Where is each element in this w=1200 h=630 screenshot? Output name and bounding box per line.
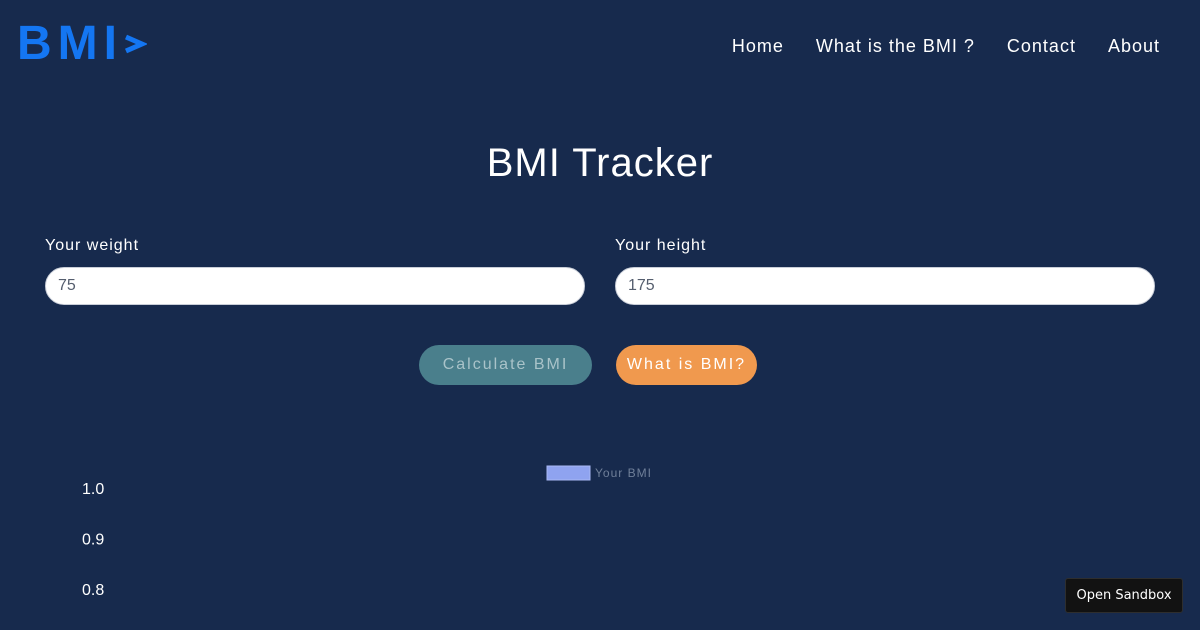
page-title: BMI Tracker — [486, 141, 714, 185]
main-nav: Home What is the BMI ? Contact About — [700, 34, 1160, 58]
legend-label: Your BMI — [595, 466, 652, 480]
height-label: Your height — [615, 237, 707, 254]
bmi-chart-svg: Your BMI 1.0 0.9 0.8 — [82, 465, 652, 599]
height-input[interactable] — [615, 267, 1155, 305]
bmi-chart: Your BMI 1.0 0.9 0.8 — [0, 450, 1200, 630]
y-tick-label: 0.9 — [82, 532, 104, 549]
open-sandbox-button[interactable]: Open Sandbox — [1065, 578, 1183, 613]
weight-label: Your weight — [45, 237, 140, 254]
nav-about[interactable]: About — [1108, 34, 1160, 58]
nav-what-is-bmi[interactable]: What is the BMI ? — [816, 34, 975, 58]
logo[interactable]: BMI — [17, 18, 147, 70]
page: BMI Home What is the BMI ? Contact About… — [0, 0, 1200, 630]
weight-input[interactable] — [45, 267, 585, 305]
what-is-bmi-button[interactable]: What is BMI? — [616, 345, 757, 385]
legend-swatch[interactable] — [546, 465, 591, 481]
calculate-bmi-button[interactable]: Calculate BMI — [419, 345, 592, 385]
nav-contact[interactable]: Contact — [1007, 34, 1076, 58]
y-tick-label: 1.0 — [82, 481, 104, 498]
height-field: Your height — [615, 236, 1155, 305]
nav-home[interactable]: Home — [732, 34, 784, 58]
chevron-right-icon — [124, 34, 147, 54]
weight-field: Your weight — [45, 236, 585, 305]
y-tick-label: 0.8 — [82, 582, 104, 599]
logo-text: BMI — [17, 17, 123, 70]
